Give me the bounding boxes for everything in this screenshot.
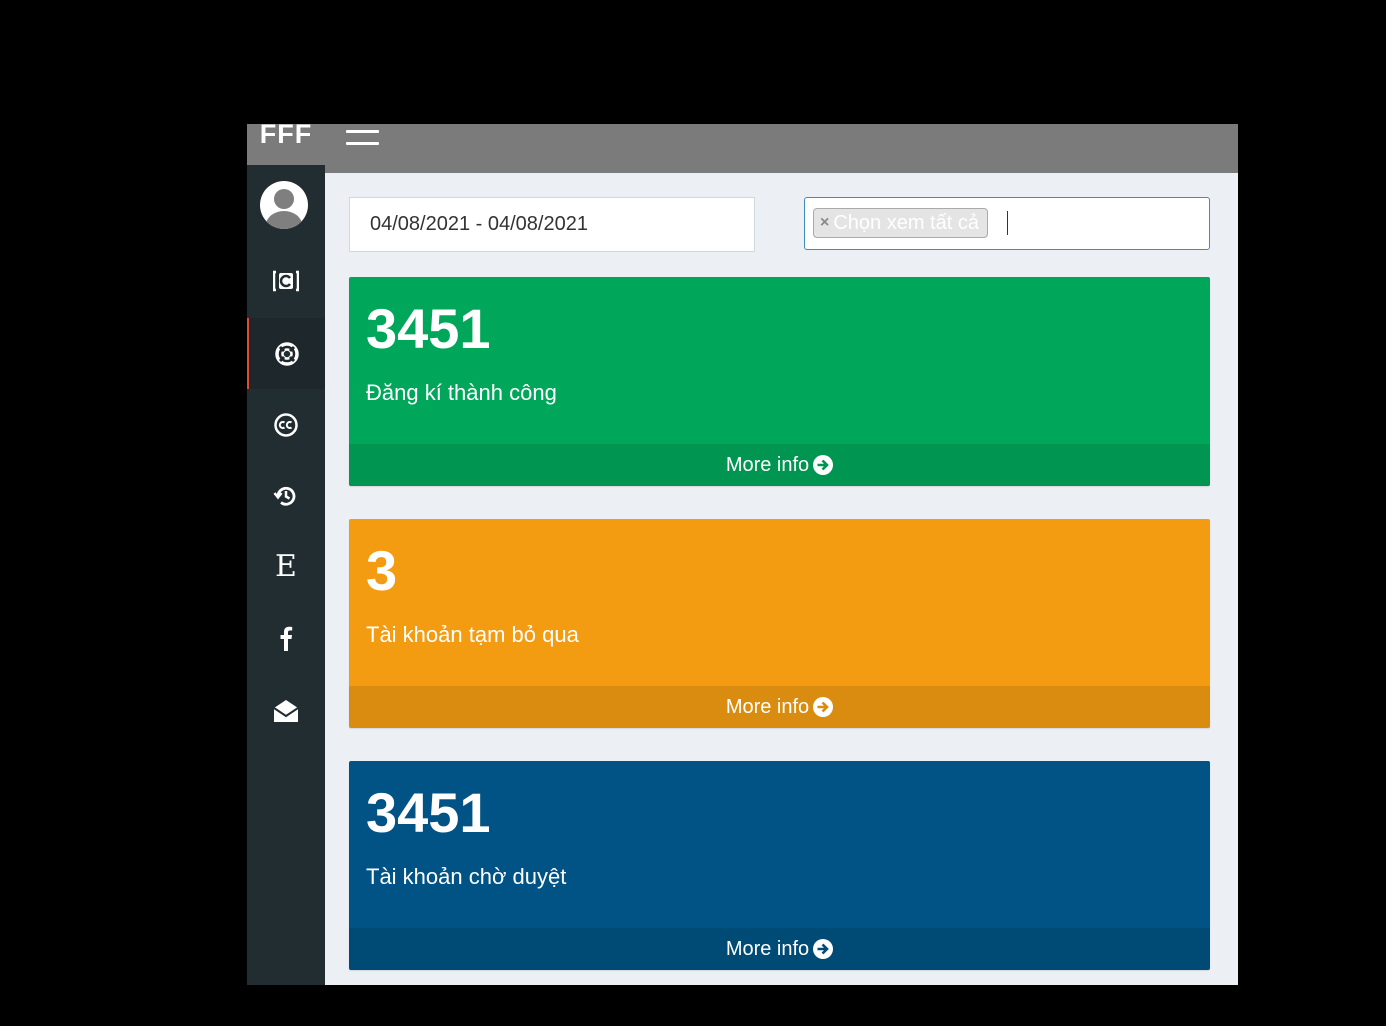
sidebar-item-6[interactable] <box>247 602 325 673</box>
arrow-circle-right-icon <box>813 455 834 475</box>
creative-commons-icon <box>274 412 298 437</box>
sidebar-item-7[interactable] <box>247 675 325 746</box>
sidebar-item-2[interactable] <box>247 318 325 389</box>
tag-label: Chọn xem tất cả <box>833 211 979 234</box>
more-info-link[interactable]: More info <box>349 444 1210 486</box>
stat-box-pending: 3451 Tài khoản chờ duyệt More info <box>349 761 1210 970</box>
account-select[interactable]: × Chọn xem tất cả <box>804 197 1210 250</box>
text-caret <box>1007 211 1008 235</box>
main-content: 04/08/2021 - 04/08/2021 × Chọn xem tất c… <box>325 173 1238 985</box>
sidebar-item-5[interactable]: E <box>247 531 325 602</box>
stat-value: 3451 <box>366 297 491 360</box>
lifebuoy-icon <box>275 341 299 366</box>
selected-tag: × Chọn xem tất cả <box>813 208 988 238</box>
more-info-label: More info <box>725 937 810 960</box>
sidebar-item-4[interactable] <box>247 460 325 531</box>
top-navbar: FFF <box>247 124 1238 173</box>
calendar-c-icon <box>273 270 299 291</box>
stat-value: 3 <box>366 539 398 602</box>
stat-label: Tài khoản tạm bỏ qua <box>366 622 579 647</box>
sidebar-item-1[interactable] <box>247 245 325 316</box>
more-info-label: More info <box>725 695 810 718</box>
date-range-picker[interactable]: 04/08/2021 - 04/08/2021 <box>349 197 755 252</box>
stat-label: Tài khoản chờ duyệt <box>366 864 567 889</box>
more-info-link[interactable]: More info <box>349 686 1210 728</box>
app-window: FFF E 04/08/2021 - 04/08/2021 × Chọn xem… <box>247 124 1238 985</box>
more-info-link[interactable]: More info <box>349 928 1210 970</box>
arrow-circle-right-icon <box>813 939 834 959</box>
stat-box-skipped: 3 Tài khoản tạm bỏ qua More info <box>349 519 1210 728</box>
stat-box-registered: 3451 Đăng kí thành công More info <box>349 277 1210 486</box>
envelope-open-icon <box>273 699 299 722</box>
stat-value: 3451 <box>366 781 491 844</box>
facebook-icon <box>280 626 293 651</box>
sidebar: E <box>247 165 325 985</box>
sidebar-item-3[interactable] <box>247 389 325 460</box>
stat-label: Đăng kí thành công <box>366 380 557 405</box>
letter-e-icon: E <box>275 548 297 584</box>
user-avatar[interactable] <box>260 181 308 229</box>
arrow-circle-right-icon <box>813 697 834 717</box>
more-info-label: More info <box>725 453 810 476</box>
tag-remove-icon[interactable]: × <box>820 214 829 232</box>
sidebar-toggle-icon[interactable] <box>346 130 379 146</box>
history-icon <box>273 486 296 506</box>
